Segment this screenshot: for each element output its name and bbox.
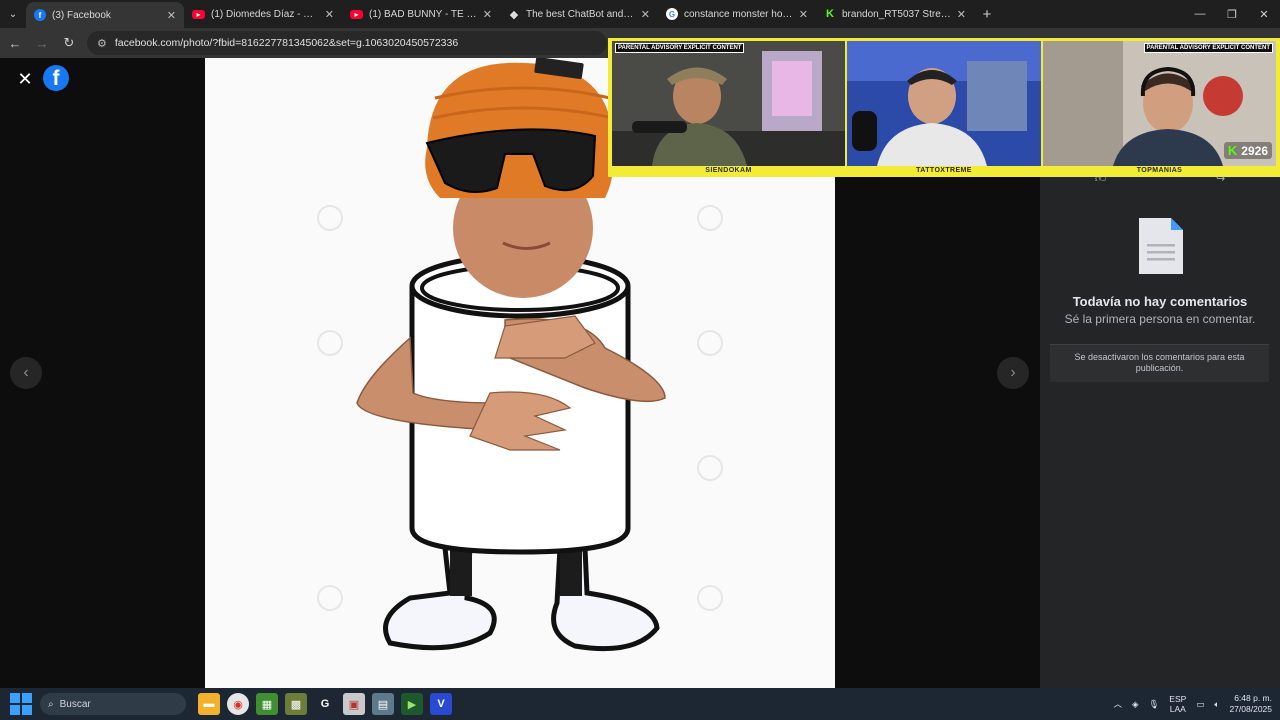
windows-icon bbox=[10, 693, 20, 703]
game-launcher-icon[interactable]: ▩ bbox=[285, 693, 307, 715]
back-button[interactable]: ← bbox=[3, 31, 27, 55]
windows-taskbar: ⌕ Buscar ▬ ◉ ▦ ▩ G ▣ ▤ ▶ V ︿ ◈ 🎙︎ ESP LA… bbox=[0, 688, 1280, 720]
windows-icon bbox=[10, 705, 20, 715]
windows-icon bbox=[22, 693, 32, 703]
tab-label: (1) BAD BUNNY - TE DESEO LO MEJOR bbox=[369, 8, 477, 20]
file-explorer-icon[interactable]: ▬ bbox=[198, 693, 220, 715]
tab-diomedes[interactable]: ▸ (1) Diomedes Díaz - Tu Cumpleaños ✕ bbox=[184, 0, 342, 28]
system-tray: ︿ ◈ 🎙︎ ESP LAA ▭ 🔈︎ 6:48 p. m. 27/08/202… bbox=[1113, 688, 1272, 720]
browser-tab-bar: ⌄ f (3) Facebook ✕ ▸ (1) Diomedes Díaz -… bbox=[0, 0, 1280, 28]
tab-label: constance monster house - Bus bbox=[684, 8, 793, 20]
close-window-icon[interactable]: ✕ bbox=[1248, 0, 1280, 28]
close-icon[interactable]: ✕ bbox=[957, 8, 966, 21]
tab-label: The best ChatBot and Widgets bbox=[526, 8, 635, 20]
close-viewer-button[interactable]: ✕ bbox=[14, 68, 36, 90]
editor-app-icon[interactable]: ▣ bbox=[343, 693, 365, 715]
camera-feed-1: PARENTAL ADVISORY EXPLICIT CONTENT bbox=[612, 41, 845, 166]
camera-name-3: TOPMANIAS bbox=[1136, 167, 1183, 174]
tab-search-button[interactable]: ⌄ bbox=[0, 0, 26, 28]
clock[interactable]: 6:48 p. m. 27/08/2025 bbox=[1229, 693, 1272, 715]
search-placeholder: Buscar bbox=[59, 698, 91, 710]
close-icon[interactable]: ✕ bbox=[483, 8, 492, 21]
tray-app-icon[interactable]: ◈ bbox=[1132, 699, 1139, 710]
screen: ⌄ f (3) Facebook ✕ ▸ (1) Diomedes Díaz -… bbox=[0, 0, 1280, 720]
camera-feed-2 bbox=[847, 41, 1041, 166]
tab-label: (1) Diomedes Díaz - Tu Cumpleaños bbox=[211, 8, 319, 20]
close-icon[interactable]: ✕ bbox=[799, 8, 808, 21]
close-icon: ✕ bbox=[17, 68, 33, 89]
close-icon[interactable]: ✕ bbox=[325, 8, 334, 21]
advisory-badge: PARENTAL ADVISORY EXPLICIT CONTENT bbox=[1143, 43, 1273, 53]
chevron-right-icon: › bbox=[1010, 364, 1016, 381]
document-icon bbox=[1137, 216, 1185, 281]
minimize-icon[interactable]: — bbox=[1184, 0, 1216, 28]
kick-icon: K bbox=[826, 8, 834, 20]
clock-time: 6:48 p. m. bbox=[1234, 693, 1272, 703]
arrow-right-icon: → bbox=[35, 35, 49, 51]
clock-date: 27/08/2025 bbox=[1229, 704, 1272, 714]
comments-disabled-notice: Se desactivaron los comentarios para est… bbox=[1050, 344, 1269, 382]
no-comments-title: Todavía no hay comentarios bbox=[1072, 294, 1248, 309]
volume-icon[interactable]: 🔈︎ bbox=[1214, 699, 1219, 710]
search-icon: ⌕ bbox=[48, 698, 54, 710]
minecraft-icon[interactable]: ▦ bbox=[256, 693, 278, 715]
tab-label: (3) Facebook bbox=[52, 9, 111, 21]
chrome-icon[interactable]: ◉ bbox=[227, 693, 249, 715]
new-tab-button[interactable]: + bbox=[974, 0, 1000, 28]
network-icon[interactable]: ▭ bbox=[1196, 699, 1204, 710]
next-photo-button[interactable]: › bbox=[997, 357, 1029, 389]
facebook-icon: f bbox=[34, 9, 46, 21]
facebook-logo[interactable]: f bbox=[43, 65, 69, 91]
tab-chatbot[interactable]: ◆ The best ChatBot and Widgets ✕ bbox=[500, 0, 658, 28]
window-controls: — ❐ ✕ bbox=[1184, 0, 1280, 28]
tab-google-search[interactable]: G constance monster house - Bus ✕ bbox=[658, 0, 816, 28]
restore-icon[interactable]: ❐ bbox=[1216, 0, 1248, 28]
reload-icon: ↻ bbox=[63, 35, 75, 50]
v-app-icon[interactable]: V bbox=[430, 693, 452, 715]
close-icon[interactable]: ✕ bbox=[641, 8, 650, 21]
previous-photo-button[interactable]: ‹ bbox=[10, 357, 42, 389]
arrow-left-icon: ← bbox=[8, 35, 22, 51]
calculator-icon[interactable]: ▤ bbox=[372, 693, 394, 715]
tab-facebook[interactable]: f (3) Facebook ✕ bbox=[26, 2, 184, 28]
forward-button[interactable]: → bbox=[30, 31, 54, 55]
viewer-count-value: 2926 bbox=[1241, 143, 1268, 158]
kick-icon: K bbox=[1227, 143, 1238, 158]
address-bar[interactable]: ⚙ facebook.com/photo/?fbid=8162277813450… bbox=[87, 31, 607, 55]
viewer-count: K 2926 bbox=[1223, 142, 1272, 159]
lang-top: ESP bbox=[1169, 694, 1187, 704]
start-button[interactable] bbox=[10, 693, 32, 715]
streaming-app-icon[interactable]: ▶ bbox=[401, 693, 423, 715]
no-comments-subtitle: Sé la primera persona en comentar. bbox=[1064, 312, 1256, 326]
youtube-icon: ▸ bbox=[350, 9, 363, 19]
close-icon[interactable]: ✕ bbox=[167, 9, 176, 22]
microphone-icon[interactable]: 🎙︎ bbox=[1149, 699, 1160, 710]
taskbar-search[interactable]: ⌕ Buscar bbox=[40, 693, 186, 715]
camera-name-1: SIENDOKAM bbox=[705, 167, 752, 174]
reload-button[interactable]: ↻ bbox=[57, 31, 81, 55]
chevron-left-icon: ‹ bbox=[23, 364, 29, 381]
camera-name-2: TATTOXTREME bbox=[916, 167, 972, 174]
language-indicator[interactable]: ESP LAA bbox=[1169, 694, 1186, 714]
plus-icon: + bbox=[982, 5, 992, 23]
windows-icon bbox=[22, 705, 32, 715]
chevron-down-icon: ⌄ bbox=[8, 8, 18, 20]
advisory-badge: PARENTAL ADVISORY EXPLICIT CONTENT bbox=[615, 43, 745, 53]
stream-overlay: PARENTAL ADVISORY EXPLICIT CONTENT SIEND… bbox=[608, 38, 1280, 177]
widget-icon: ◆ bbox=[509, 8, 519, 21]
google-icon: G bbox=[666, 8, 678, 20]
tab-bad-bunny[interactable]: ▸ (1) BAD BUNNY - TE DESEO LO MEJOR ✕ bbox=[342, 0, 500, 28]
logitech-g-icon[interactable]: G bbox=[314, 693, 336, 715]
youtube-icon: ▸ bbox=[192, 9, 205, 19]
url-text: facebook.com/photo/?fbid=816227781345062… bbox=[114, 37, 459, 49]
lang-bottom: LAA bbox=[1169, 704, 1186, 714]
tab-label: brandon_RT5037 Stream - Wat bbox=[842, 8, 951, 20]
chevron-up-icon[interactable]: ︿ bbox=[1113, 698, 1122, 710]
tab-kick-stream[interactable]: K brandon_RT5037 Stream - Wat ✕ bbox=[816, 0, 974, 28]
site-settings-icon[interactable]: ⚙ bbox=[97, 37, 107, 50]
